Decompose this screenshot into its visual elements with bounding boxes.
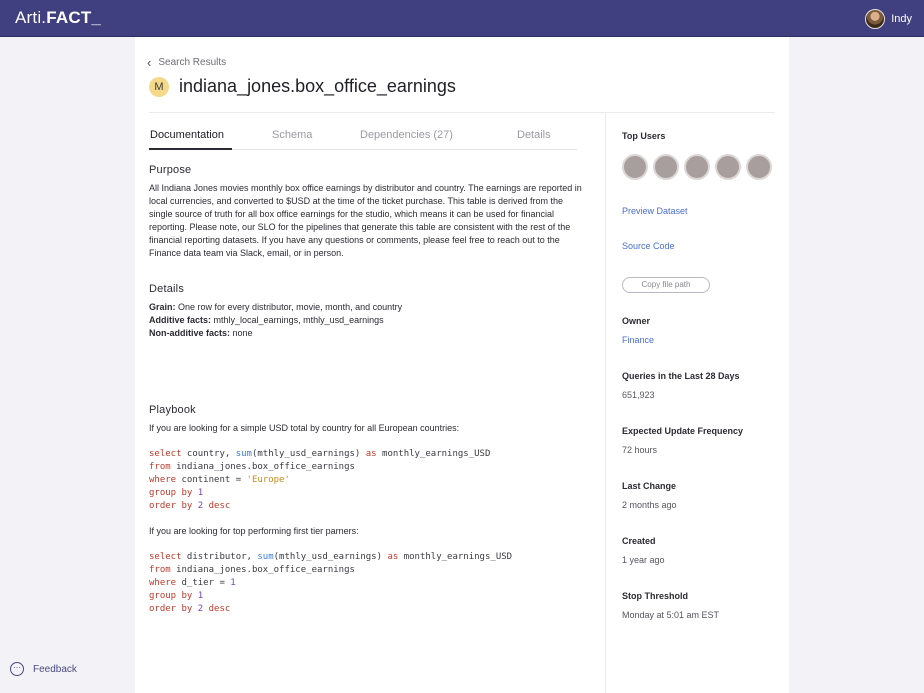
purpose-text: All Indiana Jones movies monthly box off… bbox=[149, 183, 582, 258]
grain-label: Grain: bbox=[149, 302, 176, 312]
stop-threshold-value: Monday at 5:01 am EST bbox=[622, 610, 720, 620]
code-block-2[interactable]: select distributor, sum(mthly_usd_earnin… bbox=[149, 551, 512, 616]
code-block-1[interactable]: select country, sum(mthly_usd_earnings) … bbox=[149, 448, 490, 513]
details-heading: Details bbox=[149, 283, 185, 295]
queries-value: 651,923 bbox=[622, 390, 655, 400]
update-frequency-value: 72 hours bbox=[622, 445, 658, 455]
chat-bubble-icon: ··· bbox=[10, 662, 24, 676]
page-header: M indiana_jones.box_office_earnings bbox=[149, 76, 456, 97]
avatar[interactable] bbox=[653, 154, 679, 180]
user-avatar[interactable] bbox=[865, 9, 886, 29]
copy-file-path-button[interactable]: Copy file path bbox=[622, 277, 710, 293]
last-change-label: Last Change bbox=[622, 481, 677, 491]
feedback-button[interactable]: ··· Feedback bbox=[10, 662, 77, 676]
grain-value: One row for every distributor, movie, mo… bbox=[178, 302, 403, 312]
created-value: 1 year ago bbox=[622, 555, 665, 565]
tab-dependencies[interactable]: Dependencies (27) bbox=[360, 129, 453, 141]
app-logo[interactable]: Arti.FACT_ bbox=[15, 8, 101, 28]
dataset-page: ‹ Search Results M indiana_jones.box_off… bbox=[135, 37, 789, 693]
owner-link[interactable]: Finance bbox=[622, 335, 654, 345]
chevron-left-icon[interactable]: ‹ bbox=[147, 56, 151, 69]
preview-dataset-link[interactable]: Preview Dataset bbox=[622, 206, 688, 216]
tab-bar: Documentation Schema Dependencies (27) D… bbox=[149, 129, 577, 150]
purpose-heading: Purpose bbox=[149, 164, 192, 176]
tab-schema[interactable]: Schema bbox=[272, 129, 312, 141]
created-label: Created bbox=[622, 536, 656, 546]
top-bar: Arti.FACT_ Indy bbox=[0, 0, 924, 37]
logo-prefix: Arti. bbox=[15, 8, 47, 27]
header-divider bbox=[149, 112, 775, 113]
active-tab-indicator bbox=[149, 148, 232, 150]
last-change-value: 2 months ago bbox=[622, 500, 677, 510]
nonadditive-value: none bbox=[232, 328, 253, 338]
playbook-intro-2: If you are looking for top performing fi… bbox=[149, 526, 359, 536]
stop-threshold-label: Stop Threshold bbox=[622, 591, 688, 601]
breadcrumb[interactable]: ‹ Search Results bbox=[147, 56, 226, 69]
source-code-link[interactable]: Source Code bbox=[622, 241, 675, 251]
avatar[interactable] bbox=[622, 154, 648, 180]
additive-row: Additive facts: mthly_local_earnings, mt… bbox=[149, 314, 589, 327]
breadcrumb-search-results[interactable]: Search Results bbox=[158, 57, 226, 68]
additive-value: mthly_local_earnings, mthly_usd_earnings bbox=[213, 315, 384, 325]
avatar[interactable] bbox=[746, 154, 772, 180]
details-list: Grain: One row for every distributor, mo… bbox=[149, 301, 589, 340]
page-title: indiana_jones.box_office_earnings bbox=[179, 76, 456, 96]
user-name: Indy bbox=[891, 13, 912, 25]
avatar[interactable] bbox=[684, 154, 710, 180]
playbook-intro-1: If you are looking for a simple USD tota… bbox=[149, 423, 460, 433]
user-menu[interactable]: Indy bbox=[865, 9, 912, 29]
additive-label: Additive facts: bbox=[149, 315, 212, 325]
logo-brand: FACT_ bbox=[46, 8, 102, 27]
tab-details[interactable]: Details bbox=[517, 129, 551, 141]
feedback-label: Feedback bbox=[33, 663, 77, 675]
top-users-list bbox=[622, 154, 772, 180]
grain-row: Grain: One row for every distributor, mo… bbox=[149, 301, 589, 314]
dataset-type-badge: M bbox=[149, 76, 169, 97]
update-frequency-label: Expected Update Frequency bbox=[622, 426, 744, 436]
nonadditive-label: Non-additive facts: bbox=[149, 328, 231, 338]
playbook-heading: Playbook bbox=[149, 404, 196, 416]
tab-documentation[interactable]: Documentation bbox=[150, 129, 224, 141]
avatar[interactable] bbox=[715, 154, 741, 180]
nonadditive-row: Non-additive facts: none bbox=[149, 327, 589, 340]
queries-label: Queries in the Last 28 Days bbox=[622, 371, 740, 381]
sidebar-divider bbox=[605, 113, 606, 693]
top-users-label: Top Users bbox=[622, 131, 666, 141]
owner-label: Owner bbox=[622, 316, 651, 326]
